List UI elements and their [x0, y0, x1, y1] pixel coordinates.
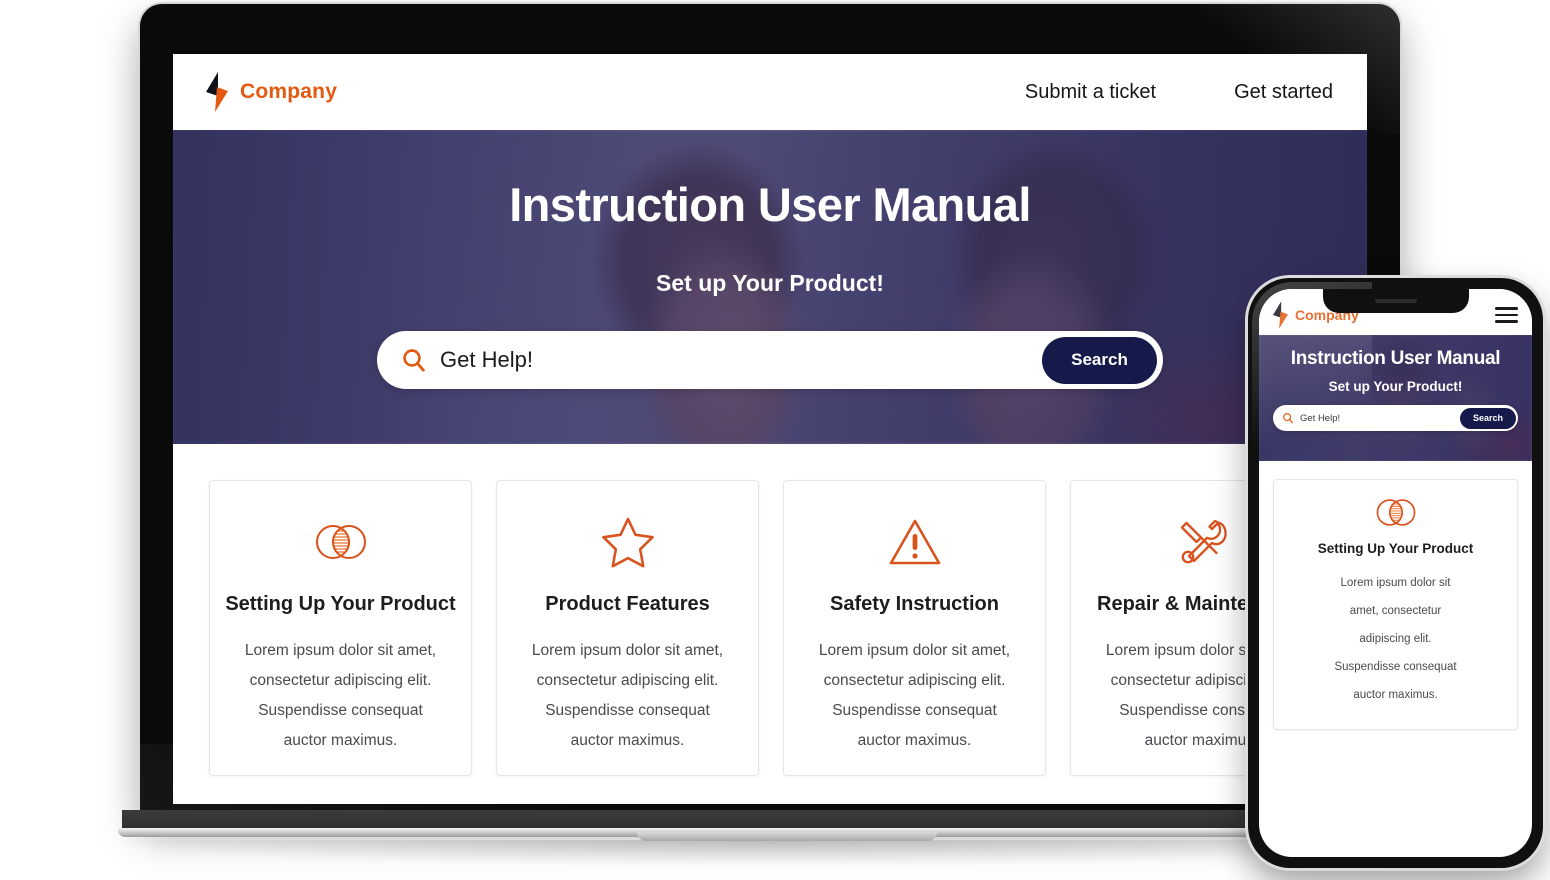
card-body-line: Lorem ipsum dolor sit amet,: [244, 642, 437, 659]
laptop-mockup: Company Submit a ticket Get started Inst…: [110, 4, 1430, 866]
card-body-line: consectetur adipiscing elit.: [249, 672, 432, 689]
device-mockup-scene: Company Submit a ticket Get started Inst…: [0, 0, 1550, 880]
card-body-line: auctor maximus.: [570, 732, 685, 749]
mobile-card-body-line: amet, consectetur: [1349, 605, 1442, 617]
laptop-screen-viewport: Company Submit a ticket Get started Inst…: [173, 54, 1367, 804]
search-icon: [401, 347, 427, 373]
main-nav: Submit a ticket Get started: [1025, 81, 1339, 104]
hamburger-menu-icon[interactable]: [1495, 307, 1518, 323]
mobile-card-body-line: auctor maximus.: [1353, 689, 1438, 701]
card-body-line: consectetur adipiscing elit.: [536, 672, 719, 689]
search-button[interactable]: Search: [1042, 336, 1157, 384]
laptop-base-notch: [637, 832, 937, 841]
card-body-line: consectetur adipiscing elit.: [823, 672, 1006, 689]
mobile-search-input[interactable]: Get Help!: [1300, 413, 1460, 424]
phone-screen-viewport: Company Instruction User Manual Set up Y…: [1259, 289, 1532, 857]
lightning-bolt-logo-icon: [1271, 300, 1290, 330]
card-body: Lorem ipsum dolor sit amet, consectetur …: [819, 636, 1010, 756]
card-product-features[interactable]: Product Features Lorem ipsum dolor sit a…: [496, 480, 759, 776]
mobile-card-body-line: Suspendisse consequat: [1334, 661, 1457, 673]
card-body: Lorem ipsum dolor sit amet, consectetur …: [532, 636, 723, 756]
card-body-line: auctor maximus.: [283, 732, 398, 749]
card-body-line: Lorem ipsum dolor sit amet,: [531, 642, 724, 659]
mobile-hero-subtitle: Set up Your Product!: [1328, 379, 1463, 394]
card-title: Product Features: [545, 593, 710, 615]
warning-triangle-icon: [888, 511, 942, 573]
search-input[interactable]: Get Help!: [440, 347, 1042, 373]
card-body-line: Suspendisse consequat: [258, 702, 423, 719]
lightning-bolt-logo-icon: [203, 70, 231, 114]
star-icon: [601, 511, 655, 573]
brand-name: Company: [240, 80, 338, 103]
card-safety-instruction[interactable]: Safety Instruction Lorem ipsum dolor sit…: [783, 480, 1046, 776]
laptop-bezel: Company Submit a ticket Get started Inst…: [140, 4, 1400, 816]
card-body: Lorem ipsum dolor sit amet, consectetur …: [245, 636, 436, 756]
card-body-line: auctor maximus.: [857, 732, 972, 749]
phone-notch: [1322, 289, 1469, 313]
card-title: Safety Instruction: [830, 593, 999, 615]
mobile-card-body: Lorem ipsum dolor sit amet, consectetur …: [1286, 569, 1505, 709]
card-body-line: Suspendisse consequat: [832, 702, 997, 719]
mobile-search-button[interactable]: Search: [1460, 407, 1516, 429]
mobile-search-bar[interactable]: Get Help! Search: [1273, 405, 1518, 431]
mobile-card-body-line: Lorem ipsum dolor sit: [1340, 577, 1451, 589]
wrench-screwdriver-icon: [1174, 511, 1230, 573]
phone-mockup: Company Instruction User Manual Set up Y…: [1248, 278, 1543, 868]
mobile-hero-section: Instruction User Manual Set up Your Prod…: [1259, 335, 1532, 461]
nav-link-get-started[interactable]: Get started: [1234, 81, 1333, 104]
card-title: Setting Up Your Product: [225, 593, 456, 615]
hero-subtitle: Set up Your Product!: [656, 270, 884, 296]
laptop-drop-shadow: [110, 840, 1430, 866]
mobile-card-list: Setting Up Your Product Lorem ipsum dolo…: [1259, 461, 1532, 730]
hero-search-bar[interactable]: Get Help! Search: [377, 331, 1163, 389]
mobile-card-title: Setting Up Your Product: [1317, 541, 1474, 556]
brand-logo[interactable]: Company: [203, 70, 337, 114]
mobile-card-body-line: adipiscing elit.: [1359, 633, 1432, 645]
overlapping-circles-icon: [310, 511, 372, 573]
hero-title: Instruction User Manual: [509, 178, 1031, 231]
card-body-line: Suspendisse consequat: [545, 702, 710, 719]
phone-speaker-grille: [1374, 299, 1417, 303]
mobile-hero-title: Instruction User Manual: [1290, 348, 1501, 369]
card-body-line: Lorem ipsum dolor sit amet,: [818, 642, 1011, 659]
site-header: Company Submit a ticket Get started: [173, 54, 1367, 130]
category-card-list: Setting Up Your Product Lorem ipsum dolo…: [173, 444, 1367, 776]
hero-section: Instruction User Manual Set up Your Prod…: [173, 130, 1367, 444]
search-icon: [1282, 412, 1294, 424]
nav-link-submit-a-ticket[interactable]: Submit a ticket: [1025, 81, 1156, 104]
card-setting-up-your-product[interactable]: Setting Up Your Product Lorem ipsum dolo…: [209, 480, 472, 776]
overlapping-circles-icon: [1286, 496, 1505, 529]
mobile-card-setting-up-your-product[interactable]: Setting Up Your Product Lorem ipsum dolo…: [1273, 479, 1518, 730]
